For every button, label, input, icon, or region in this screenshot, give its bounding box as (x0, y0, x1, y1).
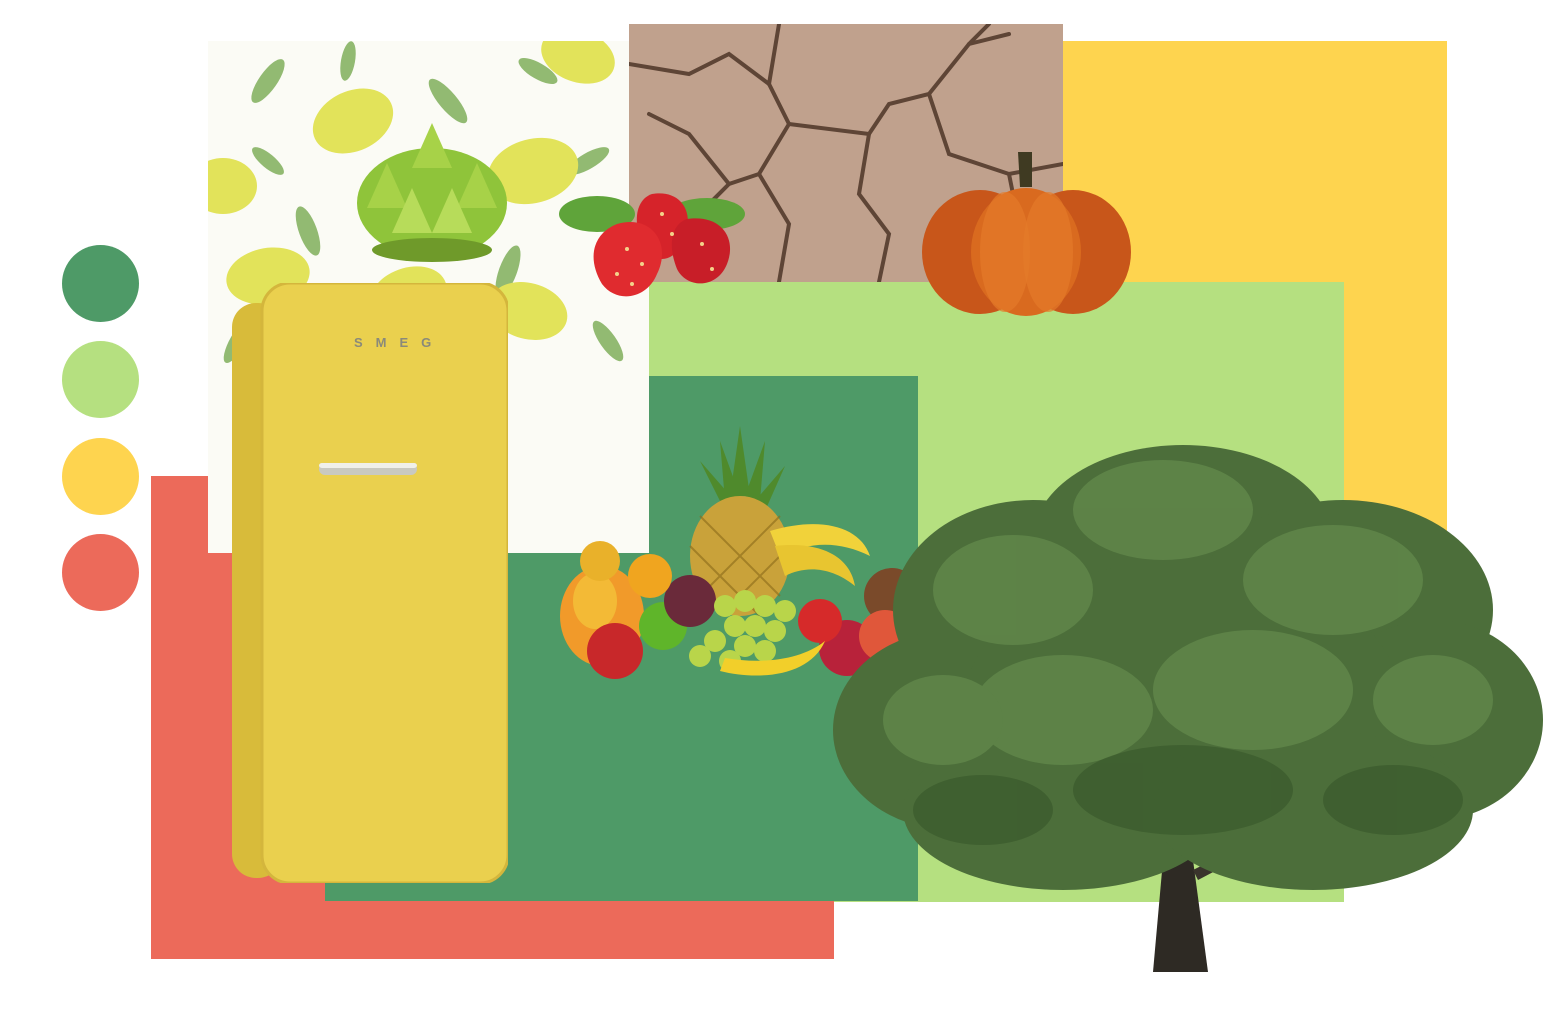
swatch-dark-green (62, 245, 139, 322)
yellow-fridge-image: SMEG (232, 283, 508, 883)
strawberries-image (557, 174, 750, 302)
swatch-coral (62, 534, 139, 611)
romanesco-image (352, 118, 512, 263)
tree-image (833, 430, 1545, 972)
swatch-light-green (62, 341, 139, 418)
pumpkin-image (920, 147, 1133, 317)
fridge-logo: SMEG (354, 335, 445, 350)
swatch-yellow (62, 438, 139, 515)
